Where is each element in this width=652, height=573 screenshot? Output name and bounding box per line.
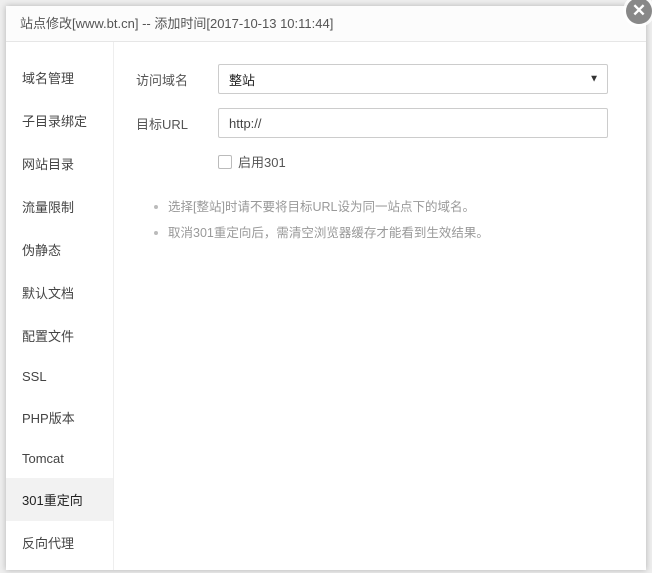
- input-target-url[interactable]: [218, 108, 608, 138]
- sidebar-item-domain[interactable]: 域名管理: [6, 56, 113, 99]
- tip-text: 取消301重定向后，需清空浏览器缓存才能看到生效结果。: [168, 223, 489, 243]
- sidebar-item-sitedir[interactable]: 网站目录: [6, 142, 113, 185]
- sidebar-item-tomcat[interactable]: Tomcat: [6, 439, 113, 478]
- row-target-url: 目标URL: [136, 108, 624, 138]
- sidebar-item-defaultdoc[interactable]: 默认文档: [6, 271, 113, 314]
- chevron-down-icon: ▼: [589, 74, 599, 85]
- sidebar-item-ssl[interactable]: SSL: [6, 357, 113, 396]
- sidebar-item-301[interactable]: 301重定向: [6, 478, 113, 521]
- select-access-domain[interactable]: 整站 ▼: [218, 64, 608, 94]
- row-enable-301: 启用301: [218, 152, 624, 171]
- bullet-icon: [154, 231, 158, 235]
- label-target-url: 目标URL: [136, 114, 218, 133]
- close-icon: ✕: [632, 1, 646, 20]
- tip-item: 选择[整站]时请不要将目标URL设为同一站点下的域名。: [154, 197, 624, 217]
- sidebar-item-rewrite[interactable]: 伪静态: [6, 228, 113, 271]
- modal-body: 域名管理 子目录绑定 网站目录 流量限制 伪静态 默认文档 配置文件 SSL P…: [6, 42, 646, 570]
- label-access-domain: 访问域名: [136, 70, 218, 89]
- modal-title: 站点修改[www.bt.cn] -- 添加时间[2017-10-13 10:11…: [6, 6, 646, 42]
- sidebar-item-subdir[interactable]: 子目录绑定: [6, 99, 113, 142]
- label-enable-301[interactable]: 启用301: [238, 152, 286, 171]
- select-value: 整站: [229, 70, 255, 89]
- tip-text: 选择[整站]时请不要将目标URL设为同一站点下的域名。: [168, 197, 475, 217]
- sidebar-item-config[interactable]: 配置文件: [6, 314, 113, 357]
- close-button[interactable]: ✕: [626, 0, 652, 24]
- sidebar-item-proxy[interactable]: 反向代理: [6, 521, 113, 564]
- sidebar-item-security[interactable]: 风险扫描: [6, 564, 113, 570]
- sidebar-item-php[interactable]: PHP版本: [6, 396, 113, 439]
- sidebar-item-traffic[interactable]: 流量限制: [6, 185, 113, 228]
- main-panel: 访问域名 整站 ▼ 目标URL 启用301 选择[整站]时请不要将目标URL设为…: [114, 42, 646, 570]
- tip-item: 取消301重定向后，需清空浏览器缓存才能看到生效结果。: [154, 223, 624, 243]
- site-edit-modal: 站点修改[www.bt.cn] -- 添加时间[2017-10-13 10:11…: [6, 6, 646, 570]
- tips-list: 选择[整站]时请不要将目标URL设为同一站点下的域名。 取消301重定向后，需清…: [154, 197, 624, 243]
- sidebar: 域名管理 子目录绑定 网站目录 流量限制 伪静态 默认文档 配置文件 SSL P…: [6, 42, 114, 570]
- bullet-icon: [154, 205, 158, 209]
- checkbox-enable-301[interactable]: [218, 155, 232, 169]
- row-access-domain: 访问域名 整站 ▼: [136, 64, 624, 94]
